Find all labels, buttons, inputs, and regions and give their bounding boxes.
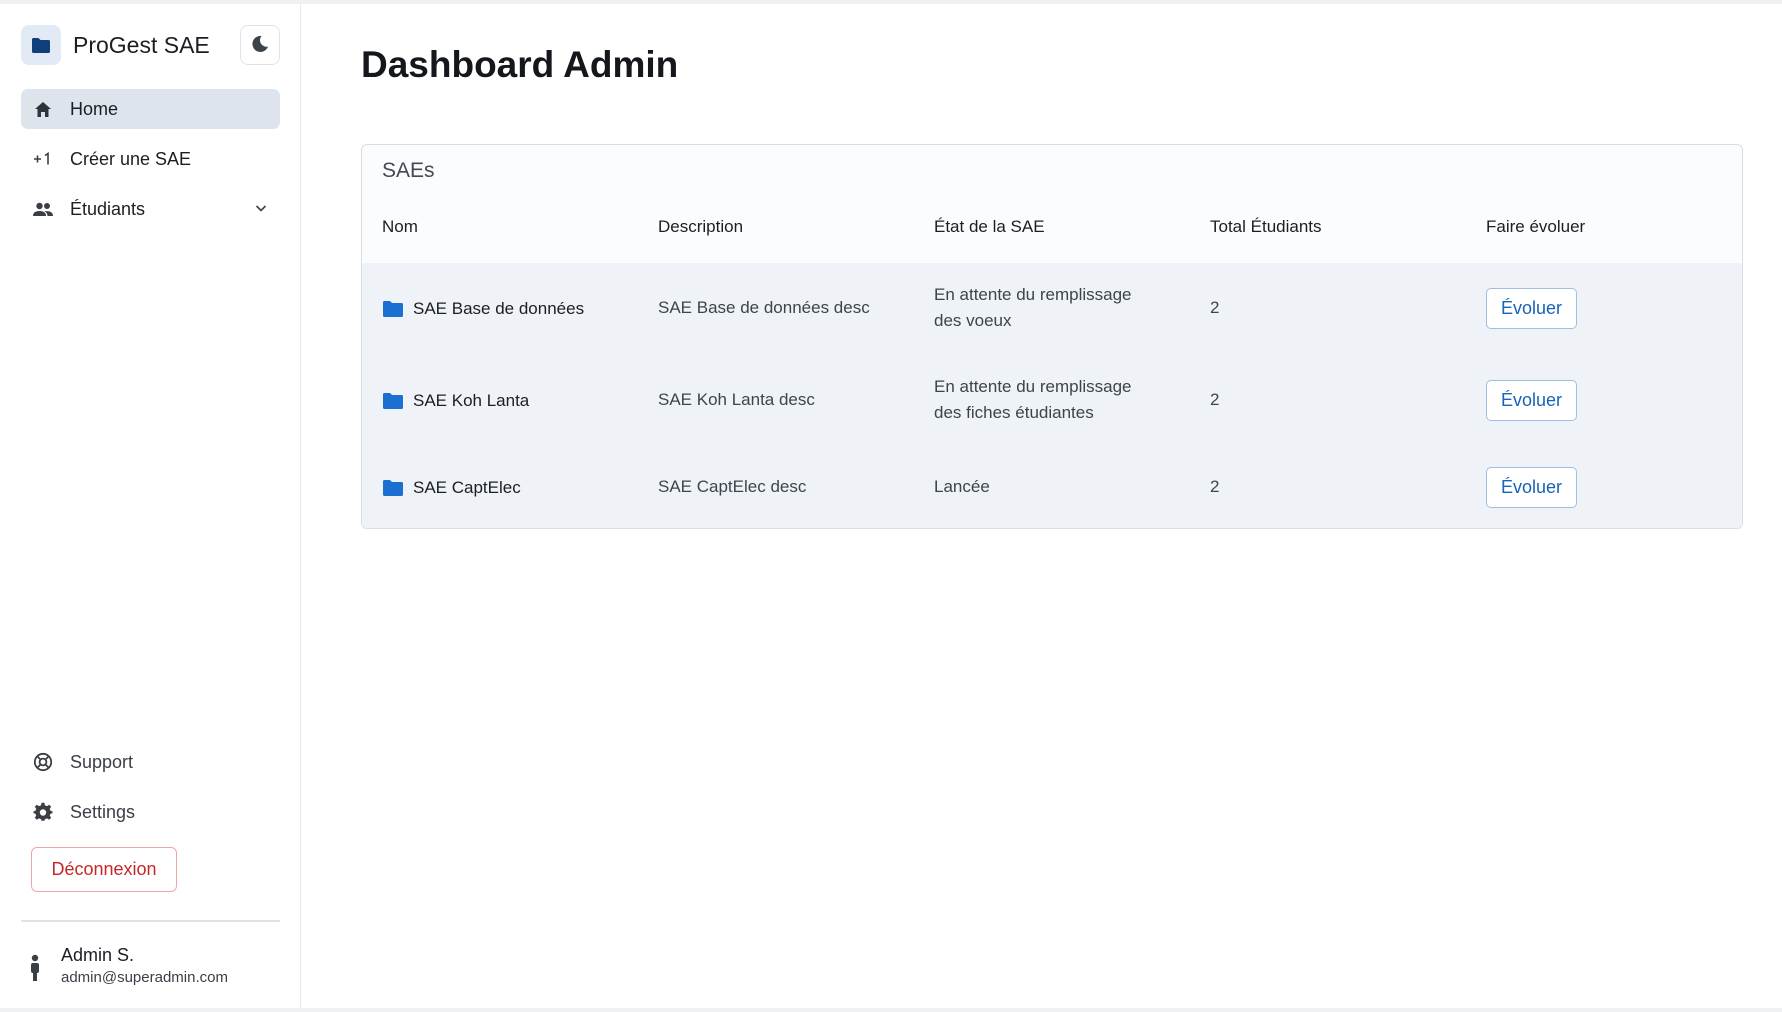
brand[interactable]: ProGest SAE — [21, 25, 210, 65]
sae-name: SAE Koh Lanta — [413, 391, 530, 410]
moon-icon — [250, 34, 270, 57]
user-profile[interactable]: Admin S. admin@superadmin.com — [25, 944, 228, 988]
folder-icon — [382, 300, 404, 318]
sae-state-line: Lancée — [934, 477, 990, 496]
sae-state: En attente du remplissage des voeux — [934, 282, 1132, 334]
table-row: SAE CaptElec SAE CaptElec desc Lancée 2 … — [362, 447, 1742, 528]
main-nav: Home Créer une SAE Étudiants — [21, 89, 280, 239]
sae-name: SAE Base de données — [413, 299, 585, 318]
nav-item-students[interactable]: Étudiants — [21, 189, 280, 229]
chevron-down-icon[interactable] — [254, 199, 268, 220]
home-icon — [32, 98, 54, 120]
sidebar: ProGest SAE Home Créer une SAE Étudiants — [0, 4, 301, 1008]
table-row: SAE Base de données SAE Base de données … — [362, 263, 1742, 355]
nav-item-label: Créer une SAE — [70, 148, 192, 169]
column-header-name: Nom — [382, 217, 418, 236]
nav-item-support[interactable]: Support — [21, 742, 280, 782]
nav-item-label: Support — [70, 751, 134, 772]
people-icon — [32, 198, 54, 220]
sae-state-line: En attente du remplissage — [934, 285, 1132, 304]
nav-item-create-sae[interactable]: Créer une SAE — [21, 139, 280, 179]
sae-description: SAE Base de données desc — [658, 298, 870, 317]
theme-toggle-button[interactable] — [240, 25, 280, 65]
folder-icon — [382, 392, 404, 410]
table-body: SAE Base de données SAE Base de données … — [362, 263, 1742, 528]
sae-state-line: des voeux — [934, 311, 1012, 330]
sae-state-line: En attente du remplissage — [934, 377, 1132, 396]
support-icon — [32, 751, 54, 773]
column-header-total: Total Étudiants — [1210, 217, 1322, 236]
table-header: Nom Description État de la SAE Total Étu… — [362, 217, 1742, 253]
nav-item-home[interactable]: Home — [21, 89, 280, 129]
sae-description: SAE Koh Lanta desc — [658, 390, 815, 409]
table-caption: SAEs — [382, 159, 435, 182]
column-header-state: État de la SAE — [934, 217, 1045, 236]
sae-name-cell[interactable]: SAE CaptElec — [382, 475, 521, 501]
bottom-nav: Support Settings — [21, 742, 280, 842]
app-name: ProGest SAE — [73, 31, 210, 58]
user-email: admin@superadmin.com — [61, 969, 228, 986]
gear-icon — [32, 801, 54, 823]
evolve-button[interactable]: Évoluer — [1486, 380, 1577, 421]
sae-name: SAE CaptElec — [413, 478, 521, 497]
sae-name-cell[interactable]: SAE Koh Lanta — [382, 388, 529, 414]
sae-state: En attente du remplissage des fiches étu… — [934, 374, 1132, 426]
folder-icon — [21, 25, 61, 65]
nav-item-settings[interactable]: Settings — [21, 792, 280, 832]
sae-total: 2 — [1210, 477, 1220, 496]
nav-item-label: Settings — [70, 801, 136, 822]
sae-state: Lancée — [934, 474, 990, 500]
plus-one-icon — [32, 148, 54, 170]
sae-total: 2 — [1210, 390, 1220, 409]
evolve-button[interactable]: Évoluer — [1486, 288, 1577, 329]
nav-item-label: Home — [70, 98, 119, 119]
column-header-action: Faire évoluer — [1486, 217, 1586, 236]
sae-state-line: des fiches étudiantes — [934, 403, 1094, 422]
sidebar-divider — [21, 920, 280, 922]
logout-button[interactable]: Déconnexion — [31, 847, 177, 892]
user-name: Admin S. — [61, 945, 135, 965]
page-title: Dashboard Admin — [361, 44, 679, 85]
sae-table-card: SAEs Nom Description État de la SAE Tota… — [361, 144, 1743, 529]
person-icon — [25, 950, 45, 986]
sae-name-cell[interactable]: SAE Base de données — [382, 296, 584, 322]
sae-total: 2 — [1210, 298, 1220, 317]
folder-icon — [382, 479, 404, 497]
column-header-description: Description — [658, 217, 744, 236]
table-row: SAE Koh Lanta SAE Koh Lanta desc En atte… — [362, 355, 1742, 447]
sae-description: SAE CaptElec desc — [658, 477, 807, 496]
nav-item-label: Étudiants — [70, 198, 146, 219]
evolve-button[interactable]: Évoluer — [1486, 467, 1577, 508]
